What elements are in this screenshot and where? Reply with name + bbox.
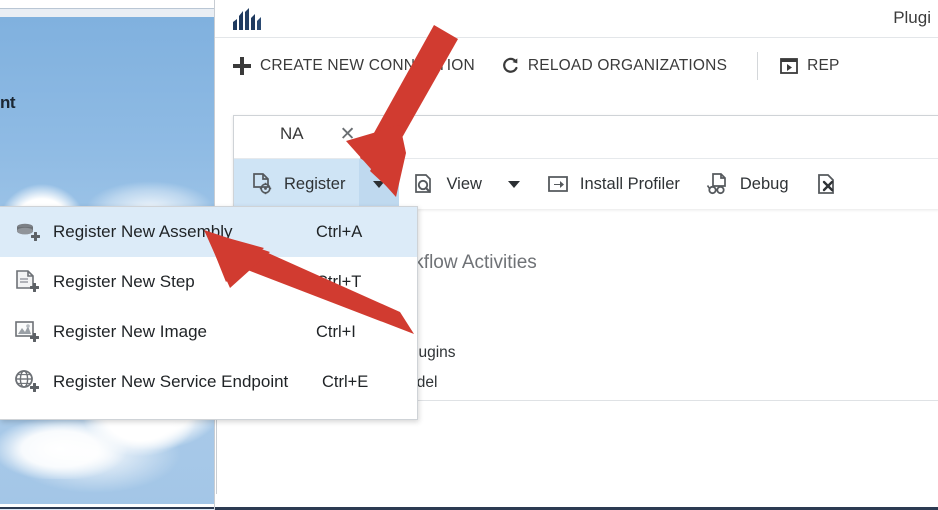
unregister-button[interactable] xyxy=(802,159,852,210)
tab-na-label: NA xyxy=(280,124,304,143)
assembly-add-icon xyxy=(14,219,40,245)
menu-label: Register New Step xyxy=(53,272,195,291)
menu-shortcut: Ctrl+A xyxy=(316,222,363,241)
command-bar: CREATE NEW CONNECTION RELOAD ORGANIZATIO… xyxy=(215,38,938,94)
connection-panel: NA ✕ Register View Install Profiler Debu… xyxy=(233,115,938,210)
menu-label: Register New Assembly xyxy=(53,222,233,241)
register-button[interactable]: Register xyxy=(234,158,360,210)
menu-shortcut: Ctrl+E xyxy=(322,372,369,391)
connection-toolbar: Register View Install Profiler Debug xyxy=(234,158,938,210)
menu-shortcut: Ctrl+I xyxy=(316,322,356,341)
screenshot-root: nt Plugi CREATE NEW CONNECTION RELOAD OR… xyxy=(0,0,938,510)
title-bar: Plugi xyxy=(215,0,938,38)
register-button-label: Register xyxy=(284,174,346,193)
tab-na[interactable]: NA ✕ xyxy=(280,124,356,144)
menu-label: Register New Service Endpoint xyxy=(53,372,289,391)
register-dropdown-menu[interactable]: Register New Assembly Ctrl+A Register Ne… xyxy=(0,206,418,420)
image-add-icon xyxy=(14,319,40,345)
reload-organizations-label: RELOAD ORGANIZATIONS xyxy=(527,57,728,74)
document-add-icon xyxy=(14,269,40,295)
view-button-label: View xyxy=(446,174,482,193)
wallpaper-top-strip xyxy=(0,9,214,17)
replay-plugin-execution-label: REP xyxy=(807,57,840,74)
plus-icon xyxy=(233,57,251,75)
tab-strip: NA ✕ xyxy=(234,116,938,158)
page-title: Plugi xyxy=(893,8,931,27)
refresh-icon xyxy=(501,57,519,75)
register-document-gear-icon xyxy=(250,171,274,197)
view-button[interactable]: View xyxy=(399,159,494,210)
view-magnifier-icon xyxy=(412,171,436,197)
globe-add-icon xyxy=(14,369,40,395)
install-profiler-button[interactable]: Install Profiler xyxy=(533,159,693,210)
menu-item-register-new-service-endpoint[interactable]: Register New Service Endpoint Ctrl+E xyxy=(0,357,417,407)
chevron-down-icon xyxy=(507,180,520,188)
register-dropdown-toggle[interactable] xyxy=(359,158,400,210)
debug-button[interactable]: Debug xyxy=(693,159,802,210)
document-x-icon xyxy=(815,171,839,197)
command-bar-divider xyxy=(757,52,759,80)
chevron-down-icon xyxy=(373,180,386,188)
replay-plugin-execution-button[interactable]: REP xyxy=(780,57,839,75)
view-dropdown-toggle[interactable] xyxy=(495,159,533,210)
menu-label: Register New Image xyxy=(53,322,208,341)
install-profiler-icon xyxy=(546,171,570,197)
install-profiler-label: Install Profiler xyxy=(579,174,680,193)
close-icon[interactable]: ✕ xyxy=(340,125,356,144)
menu-item-register-new-step[interactable]: Register New Step Ctrl+T xyxy=(0,257,417,307)
desktop-partial-text: nt xyxy=(0,93,16,112)
menu-item-register-new-image[interactable]: Register New Image Ctrl+I xyxy=(0,307,417,357)
debug-button-label: Debug xyxy=(739,174,789,193)
menu-item-register-new-assembly[interactable]: Register New Assembly Ctrl+A xyxy=(0,207,417,257)
debug-glasses-icon xyxy=(706,171,730,197)
window-play-icon xyxy=(780,58,799,74)
create-new-connection-label: CREATE NEW CONNECTION xyxy=(260,57,475,74)
bar-chart-logo-icon xyxy=(231,6,265,32)
create-new-connection-button[interactable]: CREATE NEW CONNECTION xyxy=(233,57,475,75)
menu-shortcut: Ctrl+T xyxy=(316,272,362,291)
reload-organizations-button[interactable]: RELOAD ORGANIZATIONS xyxy=(501,57,727,75)
